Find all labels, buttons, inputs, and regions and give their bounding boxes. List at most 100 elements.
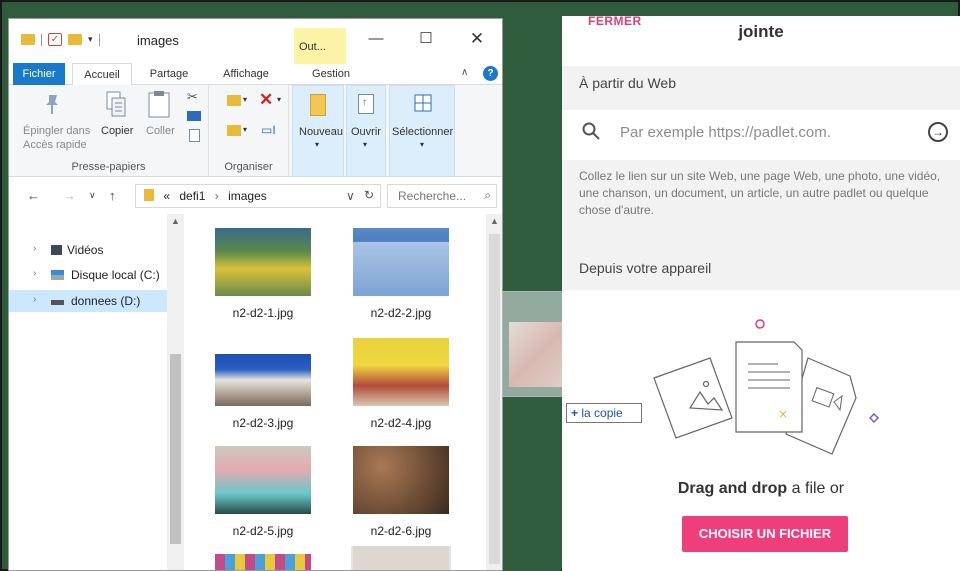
file-item[interactable]: n2-d2-4.jpg	[351, 338, 451, 430]
thumbnail-image	[215, 228, 311, 296]
tab-partage[interactable]: Partage	[141, 63, 197, 85]
forward-arrow-icon[interactable]: →	[63, 188, 76, 203]
drop-instructions-rest: a file or	[791, 480, 845, 497]
web-section-header: À partir du Web	[562, 66, 960, 110]
rename-icon[interactable]: ▭I	[261, 123, 276, 137]
copy-button[interactable]: Copier	[101, 125, 133, 137]
help-icon[interactable]: ?	[483, 66, 498, 81]
breadcrumb-chevron-icon: ›	[214, 189, 219, 203]
file-name: n2-d2-3.jpg	[232, 416, 294, 430]
thumbnail-image	[215, 554, 311, 570]
recent-locations-icon[interactable]: ∨	[89, 190, 96, 201]
dropdown-icon: ▾	[243, 95, 248, 104]
attachment-panel: jointe FERMER À partir du Web Par exempl…	[562, 14, 960, 571]
organize-group-label: Organiser	[224, 161, 273, 173]
navigation-pane: › Vidéos › Disque local (C:) › donnees (…	[9, 214, 167, 570]
file-list: n2-d2-1.jpg n2-d2-2.jpg n2-d2-3.jpg n2-d…	[185, 214, 485, 570]
drop-zone[interactable]: × Drag and drop a file or CHOISIR UN FIC…	[562, 290, 960, 571]
scrollbar-thumb[interactable]	[170, 354, 181, 544]
ribbon: Épingler dans Accès rapide Copier Coller…	[9, 85, 502, 177]
breadcrumb-defi1[interactable]: defi1	[179, 189, 205, 203]
pin-icon	[46, 95, 58, 114]
close-button[interactable]: ✕	[465, 29, 489, 49]
address-input[interactable]: « defi1 › images ∨ ↻	[135, 184, 381, 208]
new-folder-icon[interactable]	[68, 34, 82, 45]
file-item[interactable]: n2-d2-5.jpg	[213, 446, 313, 538]
cut-icon[interactable]: ✂	[187, 89, 198, 105]
new-button[interactable]: Nouveau	[299, 126, 343, 138]
properties-icon[interactable]: ✓	[48, 33, 62, 46]
expand-chevron-icon[interactable]: ›	[33, 243, 36, 254]
maximize-button[interactable]: ☐	[414, 29, 438, 49]
file-name: n2-d2-4.jpg	[370, 416, 432, 430]
file-name: n2-d2-6.jpg	[370, 524, 432, 538]
file-list-scrollbar[interactable]: ▲	[486, 214, 502, 570]
copy-to-icon[interactable]	[227, 125, 241, 136]
nav-item-label: Vidéos	[67, 243, 104, 257]
paste-shortcut-icon[interactable]	[189, 129, 200, 142]
thumbnail-image	[353, 228, 449, 296]
tab-accueil[interactable]: Accueil	[72, 63, 132, 86]
collapse-ribbon-icon[interactable]: ∧	[461, 67, 468, 78]
scroll-up-icon[interactable]: ▲	[171, 216, 180, 226]
file-name: n2-d2-2.jpg	[370, 306, 432, 320]
file-item[interactable]: n2-d2-6.jpg	[351, 446, 451, 538]
url-input[interactable]: Par exemple https://padlet.com.	[620, 124, 831, 141]
clipboard-group: Épingler dans Accès rapide Copier Coller…	[9, 85, 209, 177]
refresh-icon[interactable]: ↻	[364, 188, 374, 202]
select-button[interactable]: Sélectionner	[392, 126, 453, 138]
dropdown-icon: ▾	[363, 140, 368, 149]
breadcrumb-overflow[interactable]: «	[163, 189, 170, 203]
open-button[interactable]: Ouvrir	[351, 126, 381, 138]
select-group[interactable]: Sélectionner ▾	[389, 85, 455, 177]
file-item[interactable]: n2-d2-1.jpg	[213, 228, 313, 320]
scroll-up-icon[interactable]: ▲	[490, 216, 499, 226]
new-group[interactable]: Nouveau ▾	[292, 85, 344, 177]
submit-arrow-icon[interactable]: →	[928, 122, 948, 142]
panel-header: jointe FERMER	[562, 14, 960, 50]
search-input[interactable]: Recherche... ⌕	[387, 184, 497, 208]
paste-button[interactable]: Coller	[146, 125, 175, 137]
scrollbar-thumb[interactable]	[489, 234, 500, 564]
nav-pane-scrollbar[interactable]: ▲	[167, 214, 184, 570]
file-item-dragged[interactable]	[351, 546, 451, 570]
files-illustration-icon: ×	[653, 319, 880, 455]
delete-icon[interactable]: ✕	[259, 90, 273, 110]
tab-affichage[interactable]: Affichage	[213, 63, 279, 85]
choose-file-button[interactable]: CHOISIR UN FICHIER	[682, 516, 848, 552]
tab-gestion[interactable]: Gestion	[289, 63, 373, 85]
file-item[interactable]: n2-d2-2.jpg	[351, 228, 451, 320]
minimize-button[interactable]: —	[364, 29, 388, 49]
expand-chevron-icon[interactable]: ›	[33, 294, 36, 305]
dropdown-icon: ▾	[277, 95, 282, 104]
up-arrow-icon[interactable]: ↑	[109, 188, 116, 203]
file-item[interactable]	[213, 554, 313, 570]
drag-copy-tooltip: + la copie	[566, 403, 642, 423]
copy-path-icon[interactable]	[187, 111, 201, 121]
paste-icon	[148, 91, 170, 118]
expand-chevron-icon[interactable]: ›	[33, 268, 36, 279]
file-name: n2-d2-1.jpg	[232, 306, 294, 320]
pin-button-label-2[interactable]: Accès rapide	[23, 139, 87, 151]
close-panel-button[interactable]: FERMER	[588, 14, 642, 28]
move-to-icon[interactable]	[227, 95, 241, 106]
open-arrow-icon: ↑	[362, 97, 367, 108]
breadcrumb-images[interactable]: images	[228, 189, 267, 203]
url-input-row[interactable]: Par exemple https://padlet.com. →	[562, 110, 960, 160]
title-bar[interactable]: ✓ ▾ images Out... — ☐ ✕	[9, 19, 502, 64]
pin-button-label[interactable]: Épingler dans	[23, 125, 90, 137]
contextual-tab-outils[interactable]: Out...	[294, 28, 346, 64]
tab-fichier[interactable]: Fichier	[13, 63, 65, 85]
drop-instructions-bold: Drag and drop	[677, 480, 788, 497]
open-group[interactable]: ↑ Ouvrir ▾	[346, 85, 386, 177]
organize-group: ▾ ✕ ▾ ▾ ▭I Organiser	[209, 85, 289, 177]
new-folder-icon	[310, 94, 326, 116]
nav-item-donnees[interactable]: › donnees (D:)	[9, 290, 167, 312]
address-dropdown-icon[interactable]: ∨	[346, 189, 355, 203]
dropdown-icon: ▾	[243, 125, 248, 134]
file-item[interactable]: n2-d2-3.jpg	[213, 338, 313, 430]
back-arrow-icon[interactable]: ←	[27, 188, 40, 203]
nav-item-local-disk[interactable]: › Disque local (C:)	[9, 264, 167, 286]
nav-item-videos[interactable]: › Vidéos	[9, 239, 167, 261]
customize-toolbar-icon[interactable]: ▾	[88, 34, 93, 45]
